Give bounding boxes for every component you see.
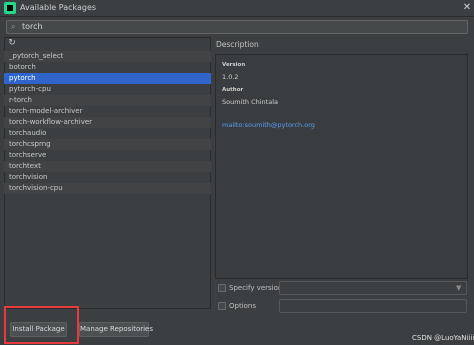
version-select[interactable]: ▼ [279, 281, 467, 295]
version-label: Version [222, 62, 246, 68]
description-panel [215, 54, 468, 279]
pycharm-logo-icon [4, 2, 16, 14]
description-heading: Description [216, 40, 259, 49]
search-input[interactable]: ⌕ torch [6, 20, 468, 34]
options-checkbox[interactable] [218, 302, 226, 310]
annotation-highlight-box [4, 306, 79, 344]
watermark: CSDN @LuoYaNiiii [412, 334, 474, 342]
package-item[interactable]: torchvision-cpu [4, 183, 211, 194]
search-input-value: torch [22, 22, 43, 31]
refresh-icon[interactable]: ↻ [7, 38, 17, 48]
options-label: Options [229, 302, 257, 310]
package-item[interactable]: torchcsprng [4, 139, 211, 150]
package-item[interactable]: botorch [4, 62, 211, 73]
options-input[interactable] [279, 299, 467, 313]
package-item[interactable]: torchserve [4, 150, 211, 161]
package-item[interactable]: torch-workflow-archiver [4, 117, 211, 128]
package-item[interactable]: _pytorch_select [4, 51, 211, 62]
package-item[interactable]: torchtext [4, 161, 211, 172]
package-item[interactable]: torchaudio [4, 128, 211, 139]
author-email-link[interactable]: mailto:soumith@pytorch.org [222, 121, 315, 129]
package-item-selected[interactable]: pytorch [4, 73, 211, 84]
specify-version-checkbox[interactable] [218, 284, 226, 292]
window-title: Available Packages [20, 3, 97, 12]
manage-repositories-button[interactable]: Manage Repositories [79, 322, 153, 337]
search-icon: ⌕ [11, 22, 16, 31]
chevron-down-icon: ▼ [456, 284, 462, 292]
author-label: Author [222, 87, 244, 93]
package-item[interactable]: pytorch-cpu [4, 84, 211, 95]
close-button[interactable]: ✕ [461, 1, 473, 15]
specify-version-label: Specify version [229, 284, 283, 292]
package-item[interactable]: torch-model-archiver [4, 106, 211, 117]
version-value: 1.0.2 [222, 73, 239, 81]
author-value: Soumith Chintala [222, 98, 278, 106]
package-item[interactable]: r-torch [4, 95, 211, 106]
package-item[interactable]: torchvision [4, 172, 211, 183]
